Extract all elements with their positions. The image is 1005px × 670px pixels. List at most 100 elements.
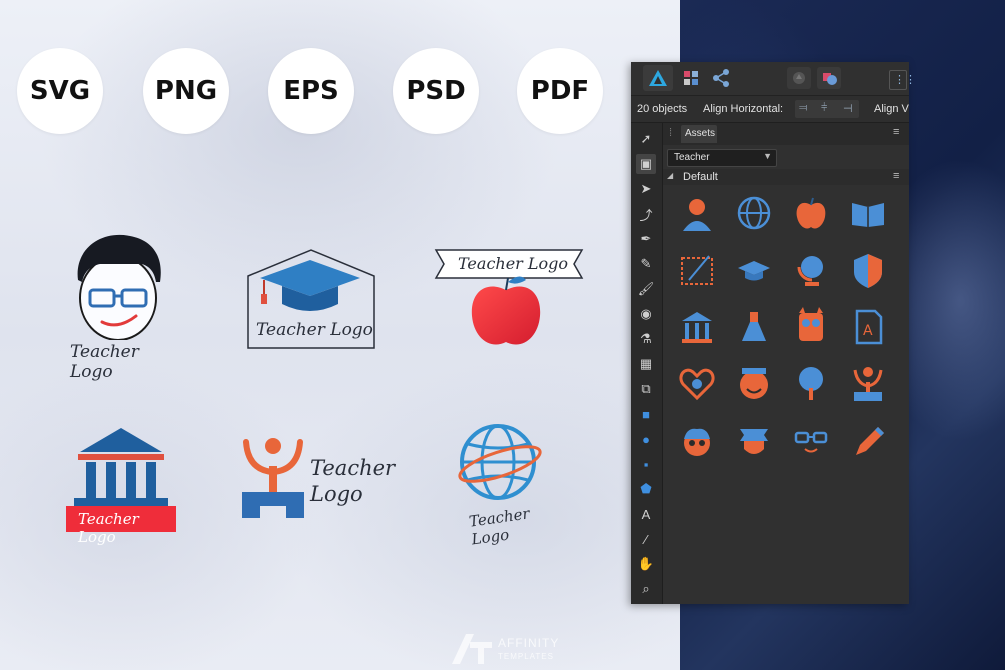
affinity-window: ⋮⋮ 20 objects Align Horizontal: ⫤ ⫩ ⊣ Al…	[631, 62, 916, 604]
format-badge-psd: PSD	[393, 48, 479, 134]
logo-boy-face: Teacher Logo	[60, 230, 180, 382]
move-tool-icon[interactable]: ➚	[636, 129, 656, 149]
format-badge-svg: SVG	[17, 48, 103, 134]
align-left-icon[interactable]: ⫤	[799, 102, 807, 115]
logo-caption: Teacher Logo	[256, 320, 373, 340]
logo-person-podium: Teacher Logo	[238, 436, 395, 522]
flask-icon[interactable]	[734, 307, 774, 347]
format-badge-eps: EPS	[268, 48, 354, 134]
chevron-down-icon: ▼	[763, 151, 772, 161]
format-badge-pdf: PDF	[517, 48, 603, 134]
triangle-down-icon: ◢	[667, 171, 674, 180]
logo-caption: Teacher Logo	[78, 510, 139, 546]
assets-panel: ⁞ Assets ≡ Teacher ▼ ◢ Default ≡ A	[663, 123, 909, 604]
color-picker-icon[interactable]: ◉	[636, 304, 656, 324]
shield-icon[interactable]	[848, 250, 888, 290]
owl-icon[interactable]	[791, 307, 831, 347]
graduation-cap-icon[interactable]	[734, 250, 774, 290]
affinity-logo-icon	[649, 70, 667, 86]
format-label: SVG	[29, 76, 91, 106]
align-horizontal-label: Align Horizontal:	[703, 103, 784, 115]
logo-caption: Teacher Logo	[70, 342, 139, 382]
boy-face-icon	[77, 234, 161, 341]
eyedropper-tool-icon[interactable]: ⁄	[636, 529, 656, 549]
align-vertical-label: Align V	[874, 103, 909, 115]
logo-caption-line2: Logo	[310, 482, 363, 506]
format-badge-png: PNG	[143, 48, 229, 134]
export-persona-button[interactable]	[711, 68, 731, 88]
logo-temple: Teacher Logo	[64, 424, 178, 546]
ellipse-tool-icon[interactable]: ●	[636, 429, 656, 449]
tab-assets-label: Assets	[685, 128, 716, 139]
boy-face-icon[interactable]	[677, 421, 717, 461]
align-buttons: ⫤ ⫩ ⊣	[795, 100, 859, 118]
pixel-grid-icon	[684, 71, 698, 85]
subcategory-label: Default	[683, 171, 718, 183]
align-center-icon[interactable]: ⫩	[821, 102, 827, 115]
crop-tool-icon[interactable]: ⧉	[636, 379, 656, 399]
format-label: PSD	[406, 76, 466, 106]
book-icon[interactable]	[848, 193, 888, 233]
node-tool-icon[interactable]: ➤	[636, 179, 656, 199]
arrange-button[interactable]	[787, 67, 811, 89]
polygon-tool-icon[interactable]: ⬟	[636, 479, 656, 499]
person-podium-icon[interactable]	[848, 364, 888, 404]
pencil-icon[interactable]	[848, 421, 888, 461]
grid-icon: ⋮⋮	[894, 74, 916, 86]
hand-tool-icon[interactable]: ✋	[636, 554, 656, 574]
banner-icon[interactable]	[734, 421, 774, 461]
designer-persona-button[interactable]	[643, 65, 673, 91]
desk-globe-icon[interactable]	[791, 250, 831, 290]
fill-tool-icon[interactable]: ⚗	[636, 329, 656, 349]
logo-apple: Teacher Logo	[434, 246, 584, 356]
tree-icon[interactable]	[791, 364, 831, 404]
globe-icon	[458, 424, 542, 500]
logo-graduation-cap: Teacher Logo	[246, 248, 376, 350]
image-tool-icon[interactable]: ▦	[636, 354, 656, 374]
format-label: PDF	[530, 76, 590, 106]
text-tool-icon[interactable]: A	[636, 504, 656, 524]
rectangle-tool-icon[interactable]: ■	[636, 404, 656, 424]
geometry-button[interactable]	[817, 67, 841, 89]
category-select[interactable]: Teacher ▼	[667, 149, 777, 167]
align-right-icon[interactable]: ⊣	[843, 102, 853, 115]
rounded-rect-tool-icon[interactable]: ▪	[636, 454, 656, 474]
smiley-icon[interactable]	[734, 364, 774, 404]
share-nodes-icon	[713, 69, 729, 87]
affinity-templates-logo-icon	[452, 634, 492, 664]
person-podium-icon	[242, 438, 304, 518]
tools-panel: ➚ ▣ ➤ ⤴ ✒ ✎ 🖌 ◉ ⚗ ▦ ⧉ ■ ● ▪ ⬟ A ⁄ ✋ ⌕	[631, 123, 663, 604]
tab-assets[interactable]: Assets	[681, 125, 717, 143]
museum-icon[interactable]	[677, 307, 717, 347]
more-toolbar-button[interactable]: ⋮⋮	[889, 70, 916, 90]
arrange-icon	[793, 72, 805, 84]
zoom-tool-icon[interactable]: ⌕	[636, 579, 656, 599]
pointer-board-icon[interactable]	[677, 250, 717, 290]
glasses-smile-icon[interactable]	[791, 421, 831, 461]
svg-text:A: A	[863, 323, 873, 339]
artboard-tool-icon[interactable]: ▣	[636, 154, 656, 174]
pen-tool-icon[interactable]: ✒	[636, 229, 656, 249]
watermark-line2: TEMPLATES	[498, 652, 554, 661]
grade-paper-icon[interactable]: A	[848, 307, 888, 347]
format-label: PNG	[154, 76, 218, 106]
heart-icon[interactable]	[677, 364, 717, 404]
watermark-line1: AFFINITY	[498, 636, 560, 650]
teacher-avatar-icon[interactable]	[677, 193, 717, 233]
selection-count: 20 objects	[637, 103, 688, 115]
logo-caption: Teacher Logo	[458, 254, 569, 273]
corner-tool-icon[interactable]: ⤴	[636, 204, 656, 224]
subcategory-menu-icon[interactable]: ≡	[893, 170, 899, 182]
pencil-tool-icon[interactable]: ✎	[636, 254, 656, 274]
logo-globe: Teacher Logo	[456, 422, 566, 549]
logo-caption-line1: Teacher	[310, 456, 396, 480]
brush-tool-icon[interactable]: 🖌	[636, 279, 656, 299]
globe-icon[interactable]	[734, 193, 774, 233]
geometry-icon	[823, 73, 837, 85]
subcategory-header[interactable]: ◢ Default ≡	[663, 169, 909, 185]
format-label: EPS	[283, 76, 339, 106]
panel-menu-icon[interactable]: ≡	[893, 126, 899, 138]
apple-icon[interactable]	[791, 193, 831, 233]
panel-tabs: ⁞ Assets ≡	[663, 123, 909, 145]
pixel-persona-button[interactable]	[681, 68, 701, 88]
